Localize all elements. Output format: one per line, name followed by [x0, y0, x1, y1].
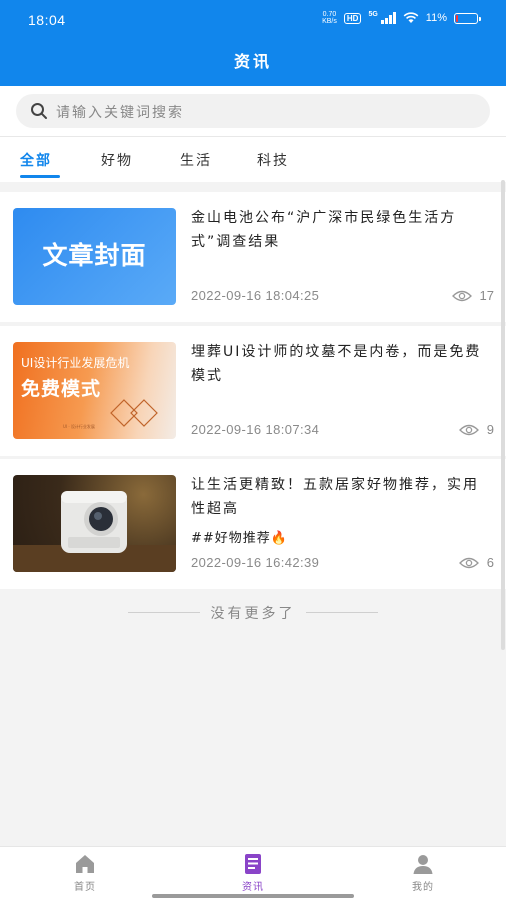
app-header: 18:04 0.70 KB/s HD 5G 11% 资讯	[0, 0, 506, 86]
home-icon	[76, 855, 94, 873]
article-title: 金山电池公布“沪广深市民绿色生活方式”调查结果	[191, 210, 457, 250]
article-title: 让生活更精致！五款居家好物推荐，实用性超高	[191, 477, 479, 517]
thumbnail-text: 文章封面	[42, 241, 147, 270]
hd-badge: HD	[343, 12, 362, 24]
scrollbar[interactable]	[501, 180, 505, 650]
eye-icon	[458, 424, 479, 435]
signal-icon	[380, 12, 396, 24]
profile-icon	[413, 855, 433, 874]
article-date: 2022-09-16 18:04:25	[191, 288, 320, 303]
article-date: 2022-09-16 16:42:39	[191, 555, 320, 570]
thumbnail-line3: UI · 设计行业发展	[63, 424, 95, 429]
eye-icon	[451, 290, 472, 301]
view-count: 9	[486, 422, 494, 437]
tab-life[interactable]: 生活	[180, 150, 212, 170]
diamond-decoration-icon	[110, 399, 158, 427]
tab-goods[interactable]: 好物	[101, 150, 133, 170]
article-thumbnail	[13, 475, 176, 572]
active-tab-indicator	[20, 175, 60, 178]
battery-icon	[454, 12, 481, 24]
search-icon	[31, 103, 47, 119]
wifi-icon	[403, 12, 419, 23]
tabbar-news[interactable]: 资讯	[213, 853, 293, 893]
article-card[interactable]: UI设计行业发展危机 免费模式 UI · 设计行业发展 埋葬UI设计师的坟墓不是…	[0, 326, 506, 456]
thumbnail-line1: UI设计行业发展危机	[21, 356, 130, 370]
page-title: 资讯	[233, 52, 272, 71]
bottom-tabbar: 首页 资讯 我的	[0, 846, 506, 900]
article-thumbnail: UI设计行业发展危机 免费模式 UI · 设计行业发展	[13, 342, 176, 439]
article-title: 埋葬UI设计师的坟墓不是内卷，而是免费模式	[191, 344, 482, 384]
network-type: 5G	[368, 11, 378, 18]
status-bar: 18:04 0.70 KB/s HD 5G 11%	[0, 0, 506, 40]
tabbar-home[interactable]: 首页	[45, 853, 125, 893]
tabbar-label: 首页	[74, 882, 96, 893]
article-date: 2022-09-16 18:07:34	[191, 422, 320, 437]
thumbnail-line2: 免费模式	[21, 378, 102, 400]
projector-image	[13, 491, 176, 572]
battery-percent: 11%	[425, 12, 447, 24]
net-speed: 0.70 KB/s	[322, 11, 337, 25]
category-tabs: 全部 好物 生活 科技	[0, 136, 506, 182]
article-card[interactable]: 让生活更精致！五款居家好物推荐，实用性超高 ##好物推荐🔥 2022-09-16…	[0, 459, 506, 589]
article-views: 9	[458, 422, 494, 437]
tab-all[interactable]: 全部	[20, 150, 52, 170]
view-count: 6	[486, 555, 494, 570]
search-input[interactable]: 请输入关键词搜索	[16, 94, 490, 128]
tabbar-label: 资讯	[242, 882, 264, 893]
divider	[306, 612, 378, 613]
eye-icon	[458, 557, 479, 568]
list-end-indicator: 没有更多了	[0, 598, 506, 626]
article-tag[interactable]: ##好物推荐🔥	[191, 527, 288, 546]
tab-tech[interactable]: 科技	[257, 150, 289, 170]
article-views: 6	[458, 555, 494, 570]
tabbar-profile[interactable]: 我的	[383, 853, 463, 893]
view-count: 17	[479, 288, 494, 303]
status-icons: 0.70 KB/s HD 5G 11%	[322, 11, 481, 25]
status-time: 18:04	[28, 12, 66, 28]
article-thumbnail: 文章封面	[13, 208, 176, 305]
news-icon	[245, 854, 261, 874]
search-placeholder: 请输入关键词搜索	[56, 105, 184, 121]
search-area: 请输入关键词搜索	[0, 86, 506, 136]
article-views: 17	[451, 288, 494, 303]
tabbar-label: 我的	[412, 882, 434, 893]
home-indicator[interactable]	[152, 894, 354, 898]
no-more-text: 没有更多了	[210, 606, 296, 622]
article-card[interactable]: 文章封面 金山电池公布“沪广深市民绿色生活方式”调查结果 2022-09-16 …	[0, 192, 506, 322]
